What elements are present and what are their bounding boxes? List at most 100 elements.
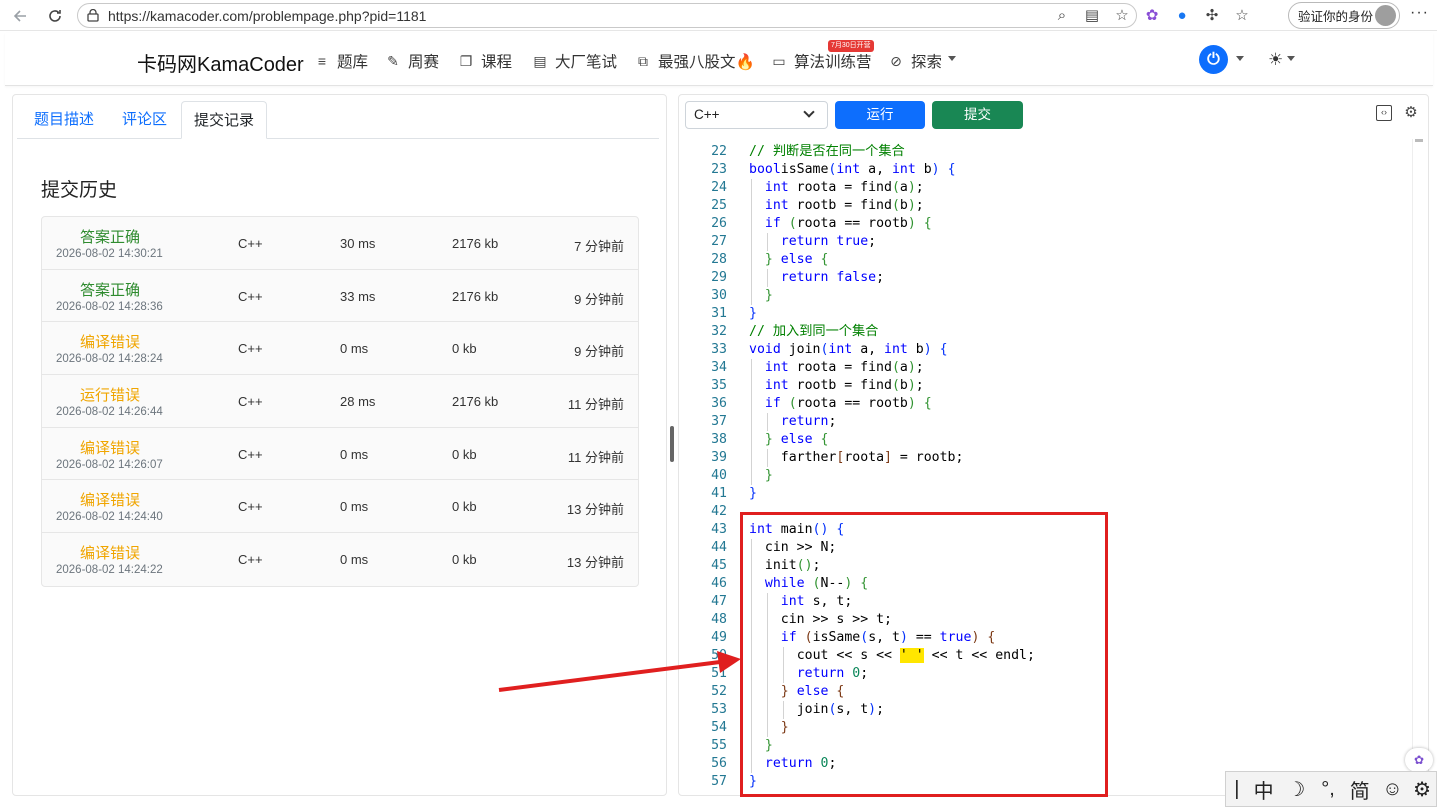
favorites-list-icon[interactable]: ☆ [1230, 3, 1254, 27]
submission-status[interactable]: 答案正确 [80, 226, 140, 247]
submission-status[interactable]: 编译错误 [80, 437, 140, 458]
code-token: a, [860, 162, 892, 177]
code-line: 24 int roota = find(a); [679, 179, 1399, 197]
nav-weekly[interactable]: ✎ 周赛 [385, 50, 439, 72]
line-number: 46 [711, 576, 727, 591]
submission-row[interactable]: 编译错误 2026-08-02 14:26:07 C++ 0 ms 0 kb 11 分钟前 [42, 428, 638, 481]
submission-ago: 9 分钟前 [574, 344, 624, 360]
submission-runtime: 0 ms [340, 341, 369, 357]
panel-resize-handle[interactable] [670, 426, 674, 462]
submit-button[interactable]: 提交 [932, 101, 1023, 129]
submission-language: C++ [238, 288, 263, 304]
ime-chinese-mode[interactable]: 中 [1248, 775, 1280, 804]
line-number: 28 [711, 252, 727, 267]
nav-explore[interactable]: ⊘ 探索 [888, 50, 942, 72]
copilot-orb-icon[interactable]: ✿ [1405, 748, 1433, 772]
nav-problems[interactable]: ≡ 题库 [314, 50, 368, 72]
back-icon[interactable] [7, 3, 33, 29]
scrollbar-thumb[interactable] [1415, 139, 1423, 142]
code-token: if [764, 396, 781, 411]
line-number: 36 [711, 396, 727, 411]
indent-guide [766, 449, 768, 467]
theme-sun-icon[interactable]: ☀ [1268, 50, 1283, 70]
user-power-icon[interactable]: ⏻ [1199, 45, 1228, 74]
nav-label: 周赛 [408, 54, 440, 71]
code-token: ) [907, 180, 916, 195]
indent-guide [751, 377, 752, 395]
code-token: } [764, 288, 773, 303]
submission-language: C++ [238, 446, 263, 462]
code-line: 30} [679, 287, 1399, 305]
nav-training-camp[interactable]: ▭ 算法训练营 [771, 50, 871, 72]
copy-icon: ❐ [459, 52, 473, 69]
site-brand[interactable]: 卡码网KamaCoder [137, 48, 304, 77]
line-number: 24 [711, 180, 727, 195]
submission-runtime: 0 ms [340, 446, 369, 462]
code-text: int roota = find(a); [765, 359, 924, 377]
code-text: } [765, 287, 773, 305]
ime-moon-icon[interactable]: ☽ [1280, 777, 1314, 802]
more-menu-icon[interactable]: ··· [1410, 4, 1429, 22]
nav-courses[interactable]: ❐ 课程 [458, 50, 512, 72]
code-token: ( [891, 360, 900, 375]
line-number: 23 [711, 162, 727, 177]
tab-comments[interactable]: 评论区 [110, 101, 179, 139]
language-select[interactable]: C++ [685, 101, 828, 129]
tab-submissions[interactable]: 提交记录 [181, 101, 268, 139]
extensions-puzzle-icon[interactable]: ✣ [1200, 3, 1224, 27]
address-bar[interactable]: https://kamacoder.com/problempage.php?pi… [77, 3, 1137, 28]
submission-status[interactable]: 编译错误 [80, 489, 140, 510]
submission-status[interactable]: 运行错误 [80, 384, 140, 405]
nav-label: 探索 [911, 54, 943, 71]
submission-row[interactable]: 编译错误 2026-08-02 14:28:24 C++ 0 ms 0 kb 9 分钟前 [42, 322, 638, 376]
code-token: ) [907, 396, 916, 411]
code-text: return; [781, 413, 837, 431]
submission-row[interactable]: 编译错误 2026-08-02 14:24:40 C++ 0 ms 0 kb 13 分钟前 [42, 480, 638, 534]
submission-row[interactable]: 运行错误 2026-08-02 14:26:44 C++ 28 ms 2176 kb 11… [42, 375, 638, 428]
chevron-down-icon[interactable] [1287, 56, 1295, 61]
tab-description[interactable]: 题目描述 [22, 101, 106, 139]
annotation-highlight-box [740, 512, 1108, 797]
line-number: 56 [711, 756, 727, 771]
reader-mode-icon[interactable]: ▤ [1080, 3, 1104, 27]
nav-baguwen[interactable]: ⧉ 最强八股文🔥 [635, 50, 755, 72]
submission-time: 2026-08-02 14:28:36 [56, 300, 163, 313]
brain-extension-icon[interactable]: ✿ [1140, 3, 1164, 27]
line-number: 53 [711, 702, 727, 717]
zoom-icon[interactable]: ⌕ [1050, 3, 1074, 27]
code-line: 36 if (roota == rootb) { [679, 395, 1399, 413]
nav-exams[interactable]: ▤ 大厂笔试 [532, 50, 617, 72]
submission-memory: 0 kb [452, 446, 477, 462]
code-token: ) [907, 198, 916, 213]
favorite-star-icon[interactable]: ☆ [1110, 3, 1134, 27]
submission-status[interactable]: 答案正确 [80, 279, 140, 300]
code-format-icon[interactable]: ‹› [1376, 105, 1392, 121]
submission-row[interactable]: 编译错误 2026-08-02 14:24:22 C++ 0 ms 0 kb 13 分钟前 [42, 533, 638, 586]
code-token: ( [891, 180, 900, 195]
code-line: 26 if (roota == rootb) { [679, 215, 1399, 233]
run-button[interactable]: 运行 [835, 101, 925, 129]
lock-icon [87, 9, 99, 22]
code-token: int [891, 162, 916, 177]
chevron-down-icon[interactable] [1236, 56, 1244, 61]
submission-status[interactable]: 编译错误 [80, 542, 140, 563]
profile-verify-button[interactable]: 验证你的身份 [1288, 2, 1400, 29]
submission-row[interactable]: 答案正确 2026-08-02 14:30:21 C++ 30 ms 2176 kb 7 … [42, 217, 638, 270]
ime-emoji-icon[interactable]: ☺ [1377, 778, 1409, 801]
gear-icon[interactable]: ⚙ [1403, 105, 1419, 121]
messenger-extension-icon[interactable]: ● [1170, 3, 1194, 27]
submission-ago: 9 分钟前 [574, 291, 624, 307]
ime-settings-icon[interactable]: ⚙ [1408, 777, 1436, 802]
url-text: https://kamacoder.com/problempage.php?pi… [108, 7, 427, 24]
verify-label: 验证你的身份 [1298, 10, 1374, 24]
refresh-icon[interactable] [42, 3, 68, 29]
code-token: ; [868, 234, 877, 249]
editor-scrollbar[interactable] [1412, 139, 1424, 791]
ime-simplified[interactable]: 简 [1343, 775, 1377, 804]
code-token: roota == rootb [796, 396, 908, 411]
submission-status[interactable]: 编译错误 [80, 331, 140, 352]
ime-punctuation-icon[interactable]: °, [1313, 778, 1343, 801]
submission-row[interactable]: 答案正确 2026-08-02 14:28:36 C++ 33 ms 2176 kb 9 … [42, 270, 638, 323]
